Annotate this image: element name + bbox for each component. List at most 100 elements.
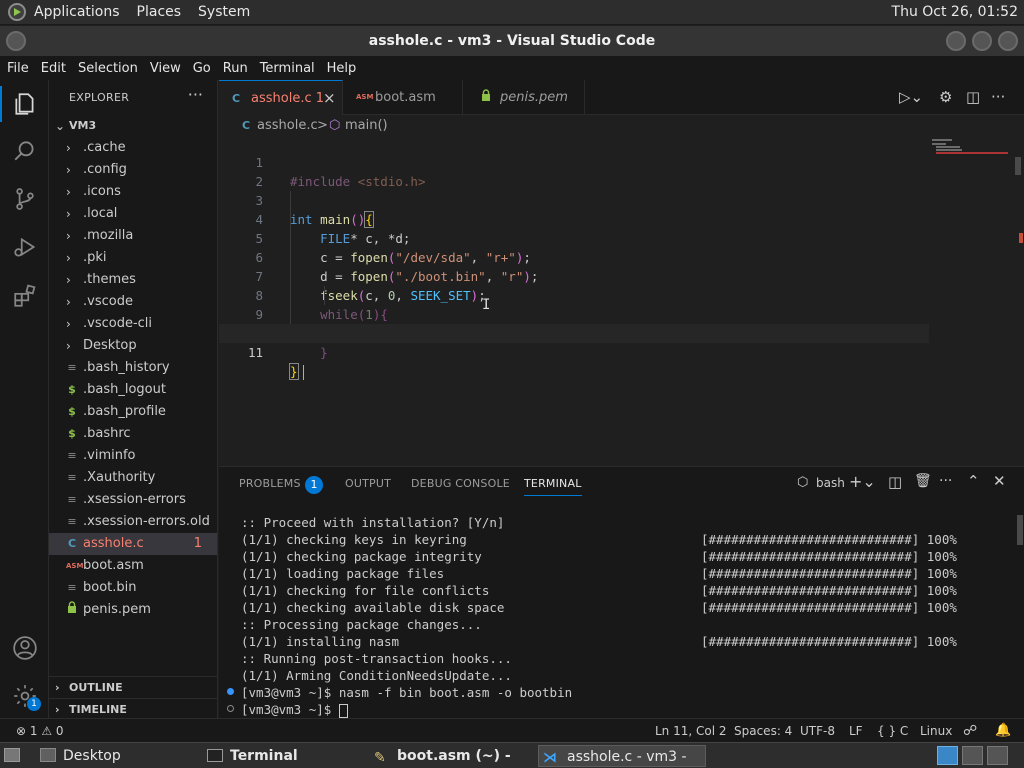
tree-root-vm3[interactable]: ⌄ VM3 [49,115,217,137]
applications-menu[interactable]: Applications [34,4,120,20]
minimap[interactable] [932,137,1012,159]
tree-file[interactable]: $ .bash_profile [49,401,217,423]
source-control-icon[interactable] [12,186,38,212]
menu-run[interactable]: Run [223,61,248,76]
places-menu[interactable]: Places [137,4,182,20]
tree-file[interactable]: $ .bashrc [49,423,217,445]
tree-file-selected[interactable]: Casshole.c 1 [49,533,217,555]
code-line[interactable]: 2 [219,153,929,189]
workspace-3[interactable] [987,746,1008,765]
close-tab-icon[interactable]: × [323,81,336,116]
command-success-icon[interactable] [227,688,234,695]
more-actions-icon[interactable]: ··· [991,80,1005,115]
timeline-section[interactable]: › TIMELINE [49,698,217,720]
menu-file[interactable]: File [7,61,29,76]
code-line[interactable]: 3 int main(){ [219,172,929,228]
command-pending-icon[interactable] [227,705,234,712]
tree-folder[interactable]: › .vscode [49,291,217,313]
gear-icon[interactable]: ⚙ [939,80,952,115]
account-icon[interactable] [12,635,38,661]
workspace-1[interactable] [937,746,958,765]
workspace-2[interactable] [962,746,983,765]
indentation[interactable]: Spaces: 4 [734,719,792,743]
explorer-icon[interactable] [12,91,38,117]
run-debug-dropdown-icon[interactable]: ▷⌄ [899,80,923,115]
tree-file[interactable]: ≡ .xsession-errors [49,489,217,511]
gnome-foot-icon[interactable] [8,3,26,21]
language-mode[interactable]: { } C [877,719,908,743]
extensions-icon[interactable] [12,283,38,309]
more-actions-icon[interactable]: ··· [939,473,952,489]
code-line[interactable]: 6 d = fopen("./boot.bin", "r"); [219,229,929,284]
close-panel-icon[interactable]: ✕ [993,472,1006,490]
menu-edit[interactable]: Edit [41,61,66,76]
code-line[interactable]: 8 while(1){ [219,267,929,322]
platform[interactable]: Linux [920,719,952,743]
tree-folder[interactable]: › .cache [49,137,217,159]
task-pluma[interactable]: ✎ boot.asm (~) - Pluma [372,745,532,767]
menu-help[interactable]: Help [327,61,357,76]
split-editor-icon[interactable]: ◫ [966,80,980,115]
explorer-more-actions-button[interactable]: ··· [188,85,203,104]
tree-folder[interactable]: › Desktop [49,335,217,357]
tab-terminal[interactable]: TERMINAL [524,477,582,496]
new-terminal-icon[interactable]: +⌄ [849,472,876,491]
close-window-button[interactable] [998,31,1018,51]
code-line[interactable]: 1 #include <stdio.h> [219,134,929,189]
cursor-position[interactable]: Ln 11, Col 2 [655,719,727,743]
tree-folder[interactable]: › .config [49,159,217,181]
show-desktop-icon[interactable] [4,748,20,762]
problems-status[interactable]: ⊗ 1 ⚠ 0 [16,719,64,743]
end-of-line[interactable]: LF [849,719,863,743]
tab-penis-pem[interactable]: penis.pem [463,80,585,115]
maximize-button[interactable] [972,31,992,51]
code-line-current[interactable]: 11 } [219,324,929,380]
search-icon[interactable] [12,138,38,164]
window-titlebar[interactable]: asshole.c - vm3 - Visual Studio Code [0,26,1024,56]
tree-folder[interactable]: › .themes [49,269,217,291]
tree-file[interactable]: ≡ boot.bin [49,577,217,599]
tree-file[interactable]: penis.pem [49,599,217,621]
tree-folder[interactable]: › .vscode-cli [49,313,217,335]
task-terminal[interactable]: Terminal [205,745,355,767]
tree-folder[interactable]: › .local [49,203,217,225]
code-editor[interactable]: 1 #include <stdio.h> 2 3 int main(){ 4 F… [219,137,1024,466]
code-line[interactable]: 9 fputc(fread(d, ), c); [219,286,929,341]
tab-boot-asm[interactable]: ASM boot.asm [343,80,463,115]
tree-file[interactable]: ASM boot.asm [49,555,217,577]
tree-folder[interactable]: › .icons [49,181,217,203]
notifications-bell-icon[interactable]: 🔔 [995,719,1011,743]
tab-problems[interactable]: PROBLEMS [239,477,301,490]
tree-file[interactable]: ≡ .bash_history [49,357,217,379]
tree-file[interactable]: ≡ .Xauthority [49,467,217,489]
maximize-panel-icon[interactable]: ⌃ [967,472,980,490]
menu-selection[interactable]: Selection [78,61,138,76]
menu-view[interactable]: View [150,61,181,76]
task-vscode[interactable]: ⋊ asshole.c - vm3 - Vis... [538,745,706,767]
code-line[interactable]: 4 FILE* c, *d; [219,191,929,246]
code-line[interactable]: 10 } [219,305,929,360]
menu-terminal[interactable]: Terminal [260,61,315,76]
window-menu-button[interactable] [6,31,26,51]
run-debug-icon[interactable] [12,234,38,260]
terminal-scrollbar-thumb[interactable] [1017,515,1023,545]
tab-asshole-c[interactable]: C asshole.c 1 × [219,80,343,115]
code-line[interactable]: 7 fseek(c, 0, SEEK_SET); [219,248,929,303]
tree-file[interactable]: ≡ .viminfo [49,445,217,467]
minimize-button[interactable] [946,31,966,51]
task-desktop[interactable]: Desktop [38,745,188,767]
outline-section[interactable]: › OUTLINE [49,676,217,698]
code-line[interactable]: 5 c = fopen("/dev/sda", "r+"); [219,210,929,265]
tree-folder[interactable]: › .mozilla [49,225,217,247]
split-terminal-icon[interactable]: ◫ [888,473,902,491]
tab-output[interactable]: OUTPUT [345,477,391,490]
tree-folder[interactable]: › .pki [49,247,217,269]
system-menu[interactable]: System [198,4,250,20]
copilot-icon[interactable]: ☍ [963,719,977,743]
terminal-shell-name[interactable]: bash [816,476,845,490]
clock[interactable]: Thu Oct 26, 01:52 [892,4,1018,20]
tree-file[interactable]: $ .bash_logout [49,379,217,401]
menu-go[interactable]: Go [193,61,211,76]
encoding[interactable]: UTF-8 [800,719,835,743]
tab-debug-console[interactable]: DEBUG CONSOLE [411,477,510,490]
